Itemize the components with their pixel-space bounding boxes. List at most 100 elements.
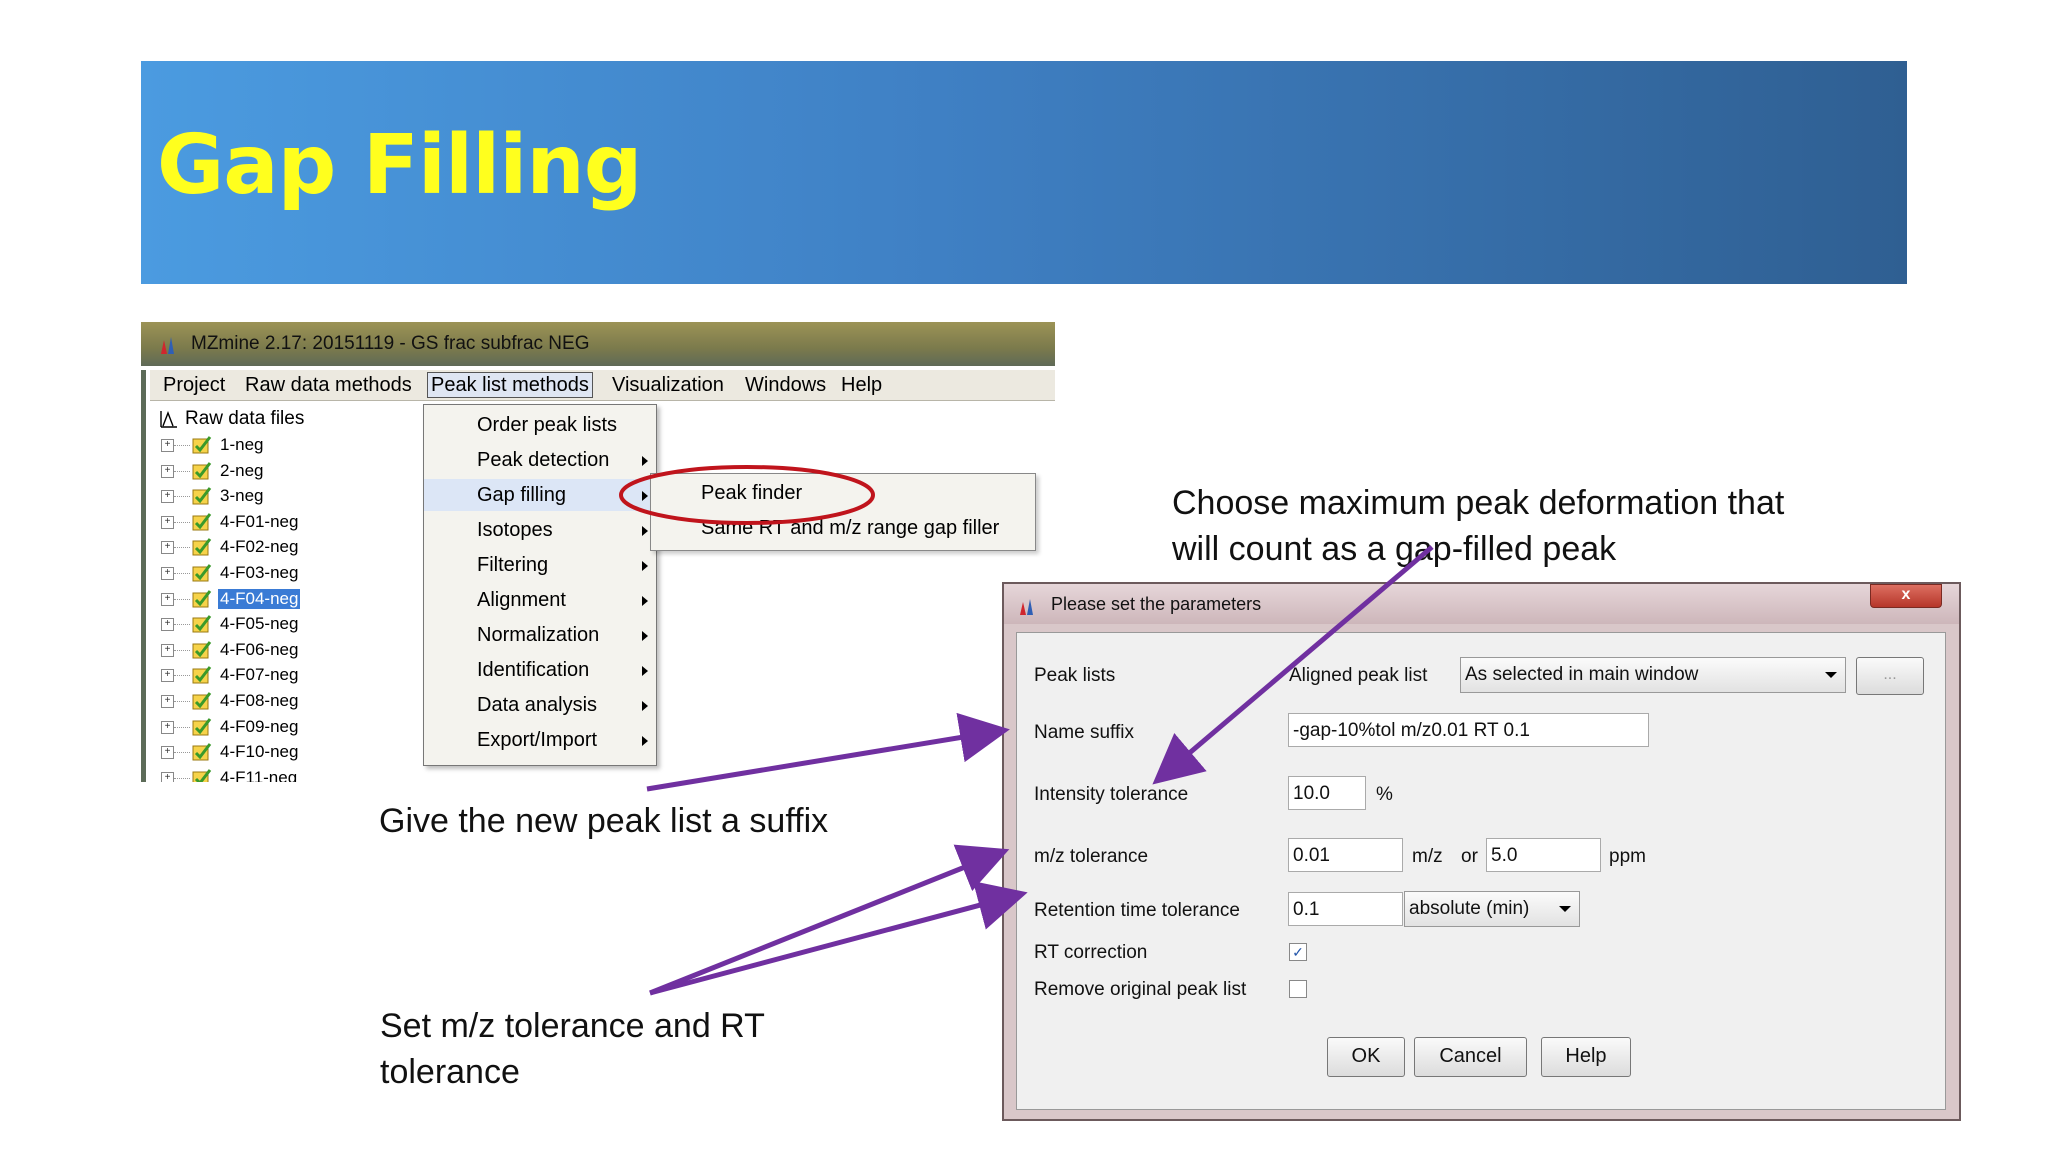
tree-item-label: 4-F11-neg [220,767,298,782]
annotation-suffix: Give the new peak list a suffix [379,802,829,840]
tree-connector [174,445,190,446]
tree-connector [174,649,190,651]
submenu-arrow-icon [642,526,648,536]
tree-connector [174,547,190,549]
intensity-tolerance-field[interactable]: 10.0 [1288,776,1366,810]
raw-file-check-icon [192,487,212,505]
tree-item-label: 4-F01-neg [220,511,299,531]
raw-file-check-icon [192,640,212,659]
raw-file-check-icon [192,615,212,633]
tree-item-label: 1-neg [220,435,264,454]
dialog-title: Please set the parameters [1051,594,1262,614]
expand-icon[interactable]: + [161,567,174,580]
rt-correction-label: RT correction [1034,942,1148,963]
chevron-down-icon [1559,906,1571,912]
rt-tolerance-field[interactable]: 0.1 [1288,892,1403,926]
rt-tolerance-type-select[interactable]: absolute (min) [1404,891,1580,927]
raw-file-check-icon [192,743,212,761]
expand-icon[interactable]: + [161,746,174,760]
rt-correction-checkbox[interactable]: ✓ [1289,943,1307,961]
menu-item-data-analysis[interactable]: Data analysis [424,689,656,721]
mzmine-logo-icon [1020,599,1033,615]
expand-icon[interactable]: + [161,669,174,683]
expand-icon[interactable]: + [161,541,174,555]
expand-icon[interactable]: + [161,439,174,452]
tree-connector [174,752,190,754]
expand-icon[interactable]: + [161,592,174,606]
intensity-unit: % [1376,784,1393,805]
help-button[interactable]: Help [1541,1037,1631,1077]
menu-item-label: Data analysis [477,694,598,716]
remove-original-checkbox[interactable] [1289,980,1307,998]
parameters-dialog: Please set the parameters x Peak lists A… [1002,582,1961,1121]
checkmark-icon: ✓ [1292,944,1304,960]
expand-icon[interactable]: + [161,490,174,504]
submenu-arrow-icon [642,631,648,641]
tree-connector [174,777,190,779]
arrow-to-mz-tolerance [649,844,1010,996]
tree-item-label: 4-F04-neg [218,588,301,609]
cancel-button[interactable]: Cancel [1414,1037,1527,1077]
tree-connector [174,624,190,626]
tree-item-label: 3-neg [220,486,264,506]
tree-connector [174,701,190,702]
submenu-arrow-icon [642,596,648,606]
peak-lists-select-value: As selected in main window [1465,664,1699,685]
ppm-tolerance-field[interactable]: 5.0 [1486,838,1601,872]
menu-item-export-import[interactable]: Export/Import [424,724,656,756]
ppm-unit: ppm [1609,846,1646,867]
menu-raw-data-methods[interactable]: Raw data methods [242,373,415,397]
peak-lists-label: Peak lists [1034,665,1116,686]
menu-item-label: Order peak lists [477,414,618,436]
menu-item-filtering[interactable]: Filtering [424,549,656,581]
expand-icon[interactable]: + [161,771,174,782]
raw-file-check-icon [192,768,212,782]
tree-item-label: 4-F06-neg [220,639,299,659]
close-button[interactable]: x [1870,584,1942,608]
raw-file-check-icon [192,589,212,608]
menu-item-label: Gap filling [477,484,566,506]
mz-tolerance-field[interactable]: 0.01 [1288,838,1403,872]
menu-item-normalization[interactable]: Normalization [424,619,656,651]
menu-help[interactable]: Help [838,373,885,397]
ok-button[interactable]: OK [1327,1037,1405,1077]
menu-item-alignment[interactable]: Alignment [424,584,656,616]
tree-item-label: 4-F08-neg [220,691,299,710]
expand-icon[interactable]: + [161,515,174,529]
menu-visualization[interactable]: Visualization [609,373,727,397]
arrow-to-rt-tolerance [649,881,1028,996]
menu-item-identification[interactable]: Identification [424,654,656,686]
tree-item-label: 4-F09-neg [220,716,299,736]
ok-label: OK [1351,1045,1381,1067]
raw-file-check-icon [192,436,212,454]
menu-peak-list-methods[interactable]: Peak list methods [427,372,593,398]
expand-icon[interactable]: + [161,643,174,657]
tree-item-label: 2-neg [220,460,264,480]
expand-icon[interactable]: + [161,720,174,734]
annotation-tolerance-line1: Set m/z tolerance and RT [380,1007,765,1045]
raw-file-check-icon [192,692,212,710]
tree-root-raw-data-files[interactable]: Raw data files [159,408,304,430]
mzmine-titlebar: MZmine 2.17: 20151119 - GS frac subfrac … [141,322,1055,366]
expand-icon[interactable]: + [161,618,174,632]
menu-item-label: Filtering [477,554,549,576]
tree-connector [174,675,190,677]
close-icon: x [1901,586,1911,603]
menubar: Project Raw data methods Peak list metho… [150,370,1055,401]
name-suffix-field[interactable]: -gap-10%tol m/z0.01 RT 0.1 [1288,713,1649,747]
menu-windows[interactable]: Windows [742,373,829,397]
menu-item-label: Identification [477,659,590,681]
peak-list-methods-dropdown: Order peak lists Peak detection Gap fill… [423,404,657,766]
browse-label: ... [1883,666,1897,683]
tree-item-label: 4-F10-neg [220,742,299,762]
menu-item-order-peak-lists[interactable]: Order peak lists [424,409,656,441]
expand-icon[interactable]: + [161,464,174,478]
ppm-tolerance-value: 5.0 [1491,845,1518,866]
browse-peak-lists-button[interactable]: ... [1856,657,1924,695]
annotation-tolerance-line2: tolerance [380,1053,520,1091]
expand-icon[interactable]: + [161,695,174,708]
tree-connector [174,573,190,574]
peak-lists-select[interactable]: As selected in main window [1460,657,1846,693]
slide-title: Gap Filling [157,118,642,213]
menu-project[interactable]: Project [160,373,228,397]
